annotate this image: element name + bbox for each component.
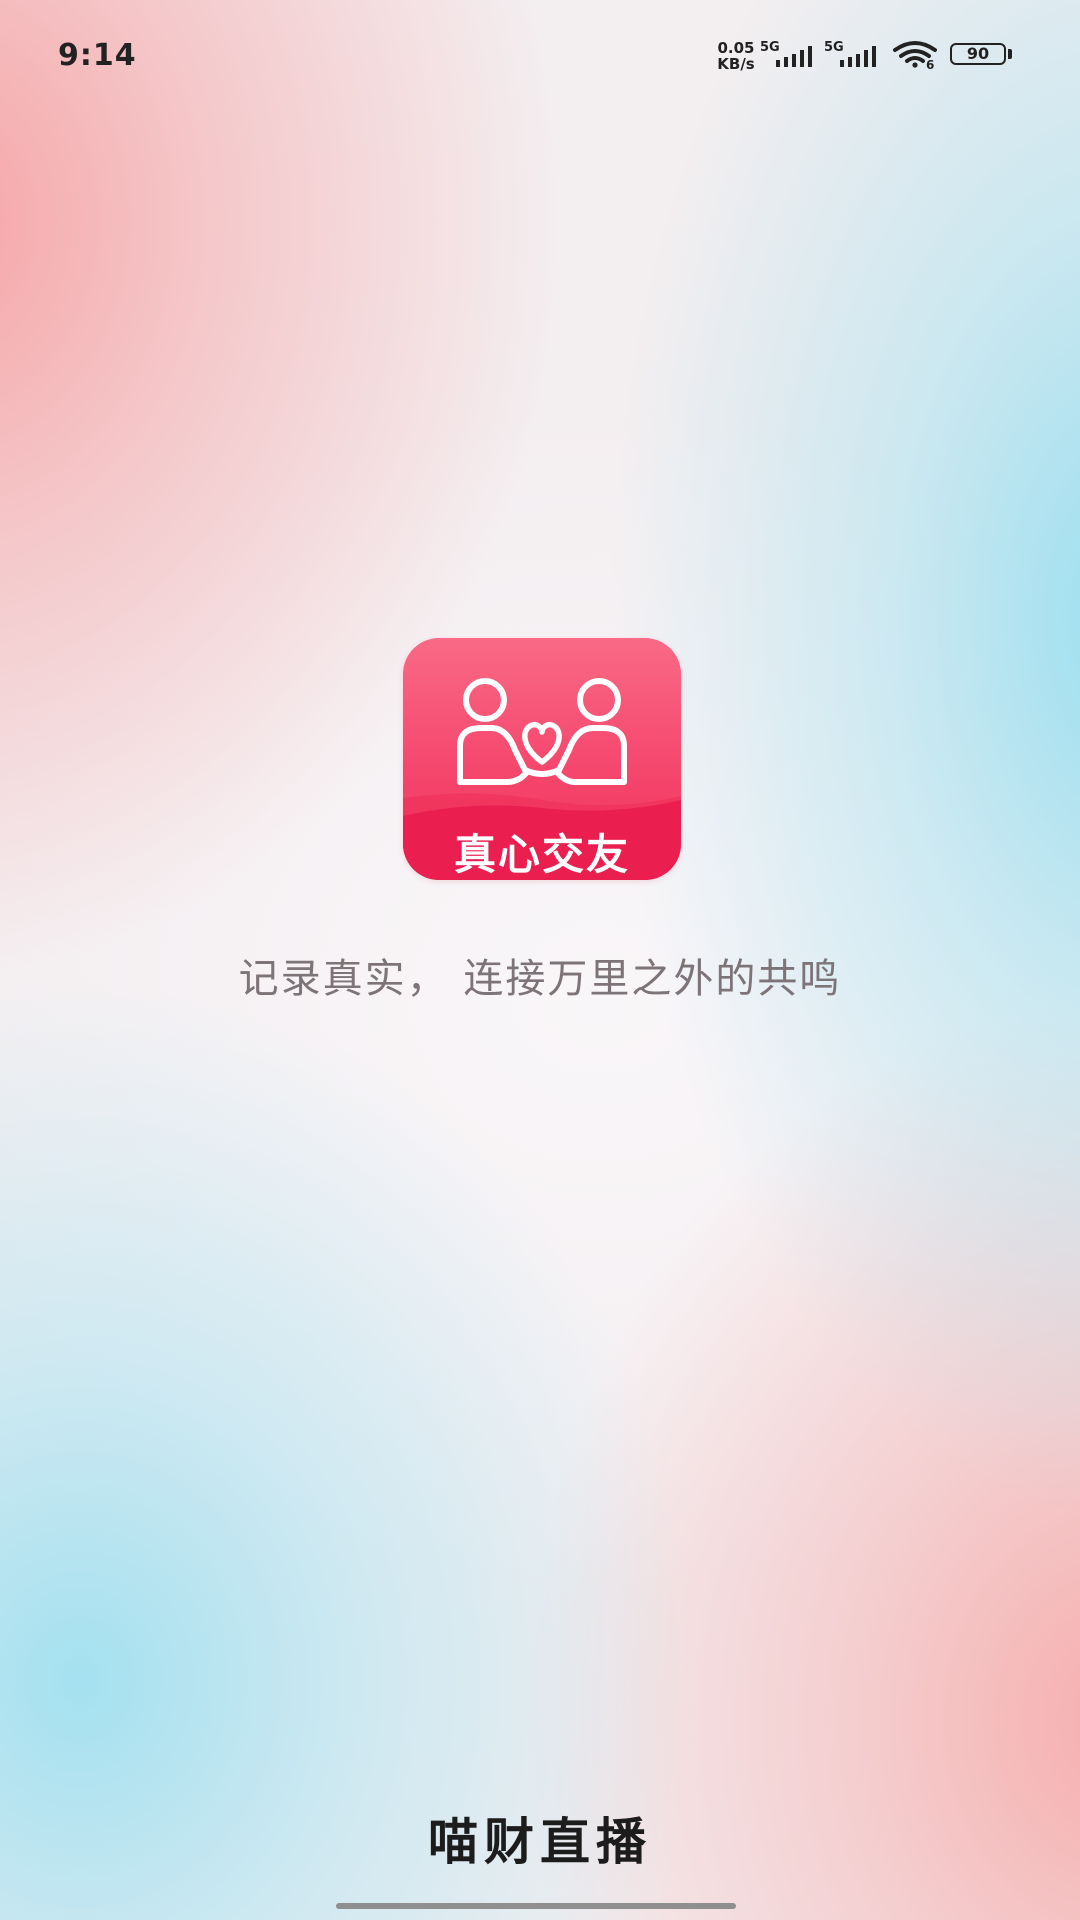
network-speed-unit: KB/s [717, 55, 755, 73]
status-bar: 9:14 0.05 KB/s 5G 5G 6 90 [0, 0, 1080, 110]
sim1-signal: 5G [760, 40, 820, 68]
logo-text: 真心交友 [453, 830, 630, 879]
brand-name: 喵财直播 [428, 1813, 652, 1871]
status-time: 9:14 [58, 38, 137, 73]
battery-tip [1008, 49, 1012, 59]
app-logo: 真心交友 [403, 638, 681, 880]
home-indicator[interactable] [336, 1903, 736, 1909]
network-speed: 0.05 KB/s [714, 40, 758, 72]
signal-icon [840, 46, 876, 67]
signal-icon [776, 46, 812, 67]
battery-icon: 90 [950, 43, 1006, 65]
wifi-generation: 6 [926, 58, 935, 72]
sim2-signal: 5G [824, 40, 884, 68]
network-speed-value: 0.05 [717, 39, 755, 57]
tagline: 记录真实， 连接万里之外的共鸣 [238, 956, 842, 1002]
